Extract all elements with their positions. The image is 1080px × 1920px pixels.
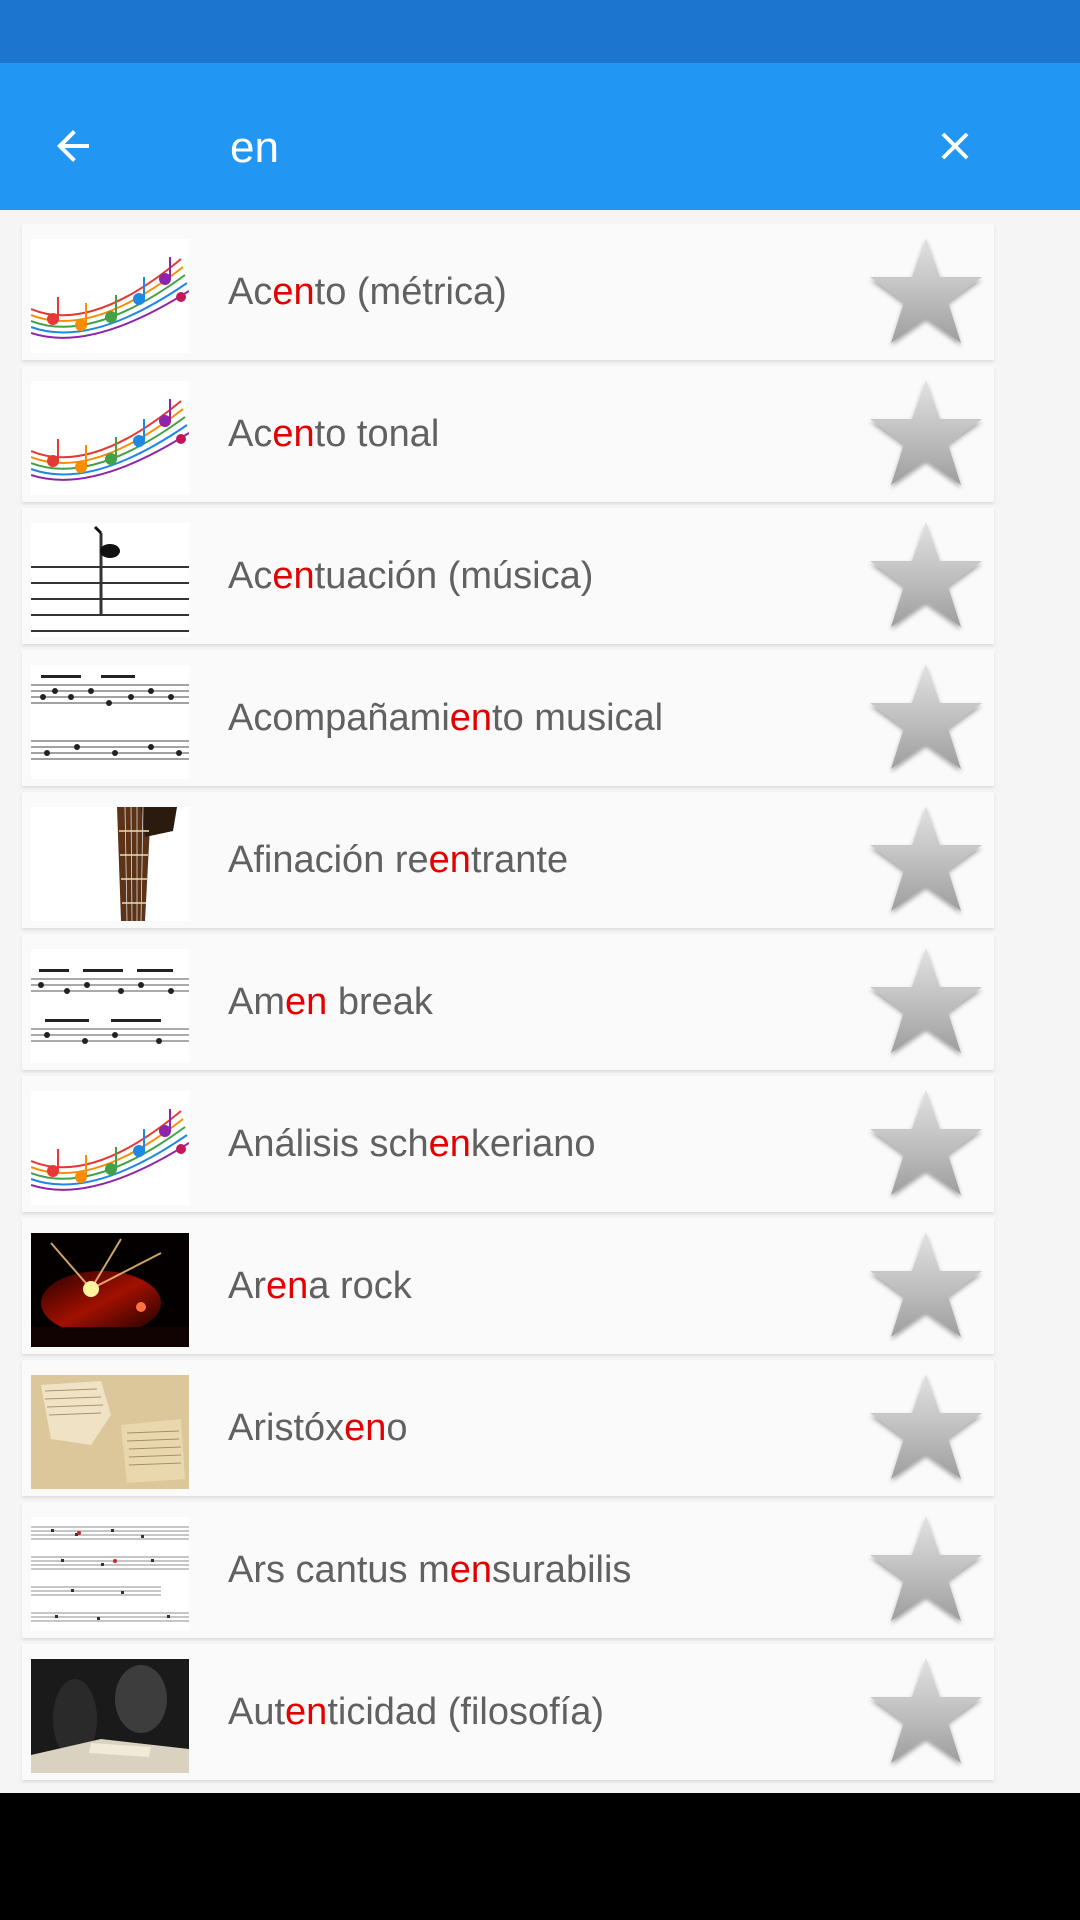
result-title: Análisis schenkeriano: [228, 1116, 596, 1172]
result-row[interactable]: Acento (métrica): [22, 224, 994, 360]
title-suffix: o: [386, 1407, 408, 1449]
navigation-bar: [0, 1793, 1080, 1920]
star-icon: [870, 522, 982, 627]
star-icon: [870, 380, 982, 485]
result-thumbnail: [31, 239, 189, 353]
title-suffix: break: [327, 981, 433, 1023]
result-thumbnail: [31, 1233, 189, 1347]
favorite-button[interactable]: [865, 1654, 987, 1770]
result-row[interactable]: Aristóxeno: [22, 1360, 994, 1496]
result-thumbnail: [31, 523, 189, 637]
title-suffix: keriano: [470, 1123, 596, 1165]
title-prefix: Ar: [228, 1265, 266, 1307]
clear-search-button[interactable]: [912, 103, 998, 189]
title-match-highlight: en: [272, 555, 315, 597]
result-title: Acento tonal: [228, 406, 439, 462]
title-prefix: Afinación re: [228, 839, 429, 881]
favorite-button[interactable]: [865, 518, 987, 634]
star-icon: [870, 1516, 982, 1621]
title-suffix: trante: [470, 839, 569, 881]
title-prefix: Aut: [228, 1691, 286, 1733]
star-icon: [870, 1232, 982, 1337]
title-match-highlight: en: [285, 1691, 328, 1733]
result-row[interactable]: Amen break: [22, 934, 994, 1070]
title-match-highlight: en: [266, 1265, 309, 1307]
favorite-button[interactable]: [865, 660, 987, 776]
result-thumbnail: [31, 1517, 189, 1631]
result-row[interactable]: Acentuación (música): [22, 508, 994, 644]
result-title: Acento (métrica): [228, 264, 507, 320]
result-row[interactable]: Afinación reentrante: [22, 792, 994, 928]
result-row[interactable]: Autenticidad (filosofía): [22, 1644, 994, 1780]
result-row[interactable]: Análisis schenkeriano: [22, 1076, 994, 1212]
result-thumbnail: [31, 381, 189, 495]
title-suffix: to musical: [492, 697, 664, 739]
favorite-button[interactable]: [865, 1512, 987, 1628]
result-thumbnail: [31, 949, 189, 1063]
title-prefix: Ac: [228, 413, 273, 455]
status-bar: [0, 0, 1080, 63]
title-match-highlight: en: [272, 413, 315, 455]
title-prefix: Ac: [228, 555, 273, 597]
star-icon: [870, 806, 982, 911]
star-icon: [870, 1374, 982, 1479]
result-thumbnail: [31, 807, 189, 921]
title-suffix: tuación (música): [314, 555, 594, 597]
title-prefix: Aristóx: [228, 1407, 345, 1449]
result-row[interactable]: Ars cantus mensurabilis: [22, 1502, 994, 1638]
title-suffix: ticidad (filosofía): [327, 1691, 604, 1733]
title-prefix: Am: [228, 981, 285, 1023]
result-row[interactable]: Acompañamiento musical: [22, 650, 994, 786]
result-title: Aristóxeno: [228, 1400, 408, 1456]
title-match-highlight: en: [272, 271, 315, 313]
star-icon: [870, 1658, 982, 1763]
search-app-bar: en: [0, 63, 1080, 210]
title-suffix: surabilis: [492, 1549, 632, 1591]
favorite-button[interactable]: [865, 1370, 987, 1486]
star-icon: [870, 1090, 982, 1195]
title-suffix: to tonal: [314, 413, 440, 455]
results-list: Acento (métrica) Acento tonal Acentuació…: [0, 210, 1080, 1793]
result-thumbnail: [31, 1659, 189, 1773]
search-input[interactable]: en: [230, 113, 279, 183]
star-icon: [870, 664, 982, 769]
favorite-button[interactable]: [865, 234, 987, 350]
favorite-button[interactable]: [865, 1228, 987, 1344]
result-title: Acentuación (música): [228, 548, 593, 604]
result-title: Autenticidad (filosofía): [228, 1684, 604, 1740]
title-prefix: Análisis sch: [228, 1123, 429, 1165]
favorite-button[interactable]: [865, 802, 987, 918]
result-title: Afinación reentrante: [228, 832, 568, 888]
title-prefix: Ac: [228, 271, 273, 313]
title-match-highlight: en: [428, 839, 471, 881]
arrow-back-icon: [57, 130, 89, 162]
title-prefix: Acompañami: [228, 697, 450, 739]
result-thumbnail: [31, 1375, 189, 1489]
favorite-button[interactable]: [865, 376, 987, 492]
title-match-highlight: en: [449, 1549, 493, 1591]
star-icon: [870, 238, 982, 343]
title-prefix: Ars cantus m: [228, 1549, 450, 1591]
star-icon: [870, 948, 982, 1053]
title-suffix: to (métrica): [314, 271, 507, 313]
close-icon: [941, 132, 969, 160]
back-button[interactable]: [30, 103, 116, 189]
favorite-button[interactable]: [865, 944, 987, 1060]
title-match-highlight: en: [449, 697, 493, 739]
favorite-button[interactable]: [865, 1086, 987, 1202]
title-match-highlight: en: [428, 1123, 471, 1165]
result-title: Ars cantus mensurabilis: [228, 1542, 631, 1598]
result-title: Acompañamiento musical: [228, 690, 663, 746]
title-suffix: a rock: [308, 1265, 412, 1307]
title-match-highlight: en: [344, 1407, 387, 1449]
result-title: Amen break: [228, 974, 433, 1030]
result-title: Arena rock: [228, 1258, 412, 1314]
result-row[interactable]: Arena rock: [22, 1218, 994, 1354]
title-match-highlight: en: [285, 981, 328, 1023]
result-thumbnail: [31, 1091, 189, 1205]
result-row[interactable]: Acento tonal: [22, 366, 994, 502]
result-thumbnail: [31, 665, 189, 779]
